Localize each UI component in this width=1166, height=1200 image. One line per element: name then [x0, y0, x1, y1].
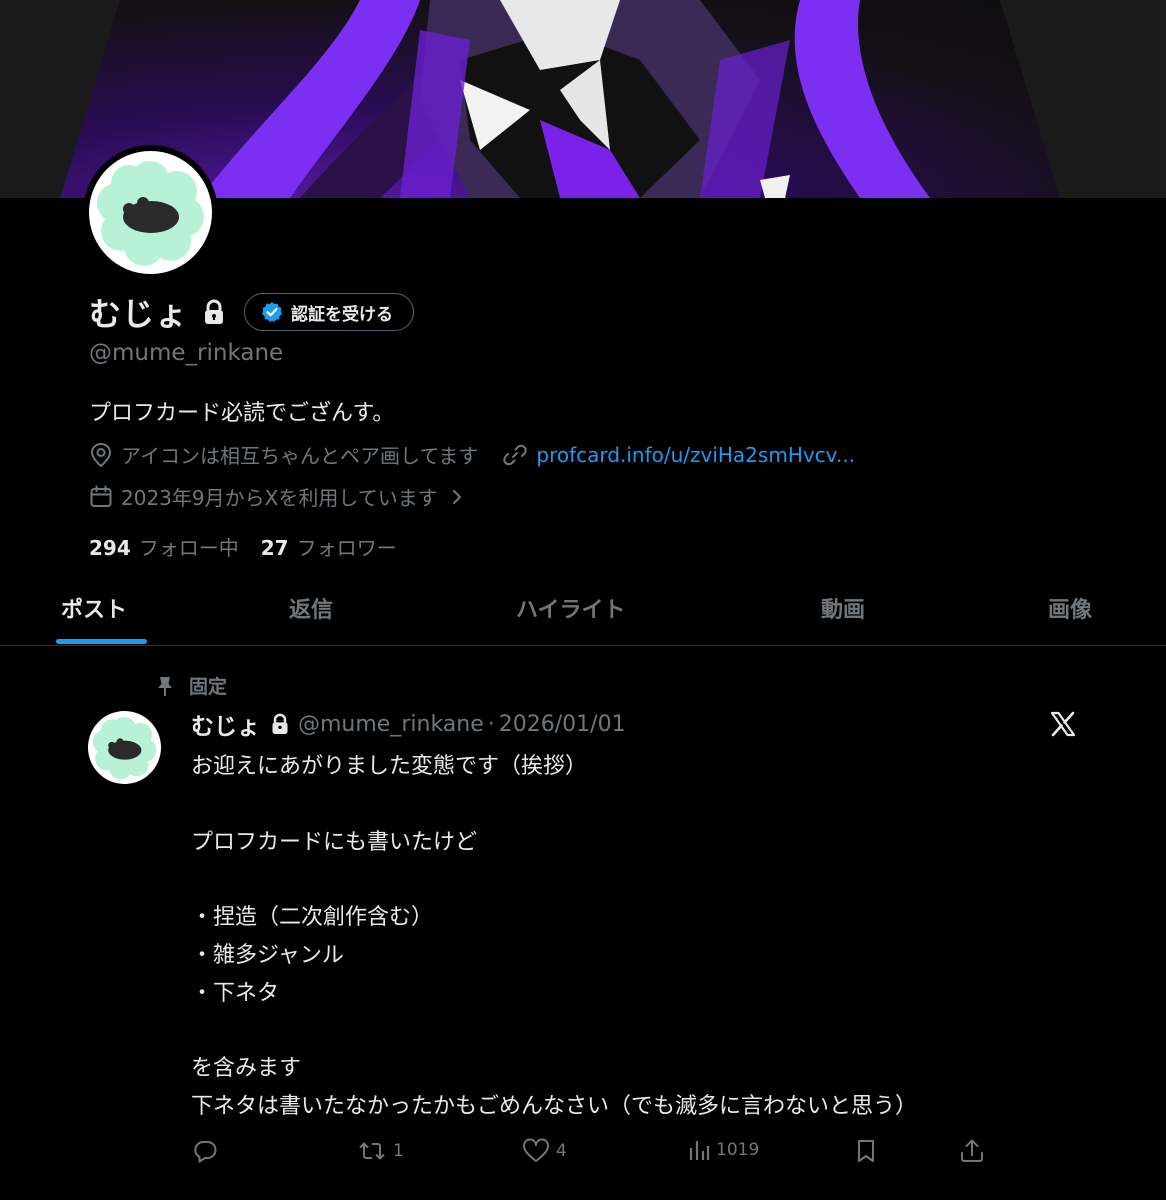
post-author-avatar[interactable] [88, 711, 161, 784]
post-line: 下ネタは書いたなかったかもごめんなさい（でも滅多に言わないと思う） [191, 1094, 918, 1120]
chevron-right-icon [452, 489, 461, 504]
verified-badge-icon [262, 302, 283, 322]
post-line: ​ [191, 786, 917, 824]
bookmark-icon [858, 1140, 874, 1162]
views-button[interactable]: 1019 [688, 1138, 759, 1162]
post-line: ​ [191, 1013, 917, 1051]
pin-icon [158, 676, 172, 696]
post-actions: 1 4 1019 [0, 1138, 1166, 1168]
profile-name-row: むじょ 認証を受ける [89, 292, 415, 333]
profile-handle: @mume_rinkane [89, 340, 284, 366]
x-logo-icon[interactable] [1049, 710, 1077, 738]
joined-date: 2023年9月からXを利用しています [121, 486, 438, 510]
avatar-image [97, 161, 204, 266]
tab-posts[interactable]: ポスト [61, 592, 127, 624]
retweet-icon [359, 1142, 385, 1160]
pinned-label: 固定 [189, 676, 228, 698]
post-line: プロフカードにも書いたけど [191, 829, 478, 855]
view-count: 1019 [716, 1140, 760, 1160]
follow-stats: 294 フォロー中 27 フォロワー [89, 532, 419, 561]
profile-website-link[interactable]: profcard.info/u/zviHa2smHvcv... [536, 443, 855, 467]
separator-dot: · [487, 711, 495, 737]
like-count: 4 [556, 1141, 567, 1161]
active-tab-indicator [56, 639, 147, 644]
following-count[interactable]: 294 [89, 536, 131, 560]
post-author-name[interactable]: むじょ [191, 707, 260, 741]
lock-icon [205, 299, 224, 324]
post-line: お迎えにあがりました変態です（挨拶） [191, 754, 588, 779]
reply-icon [194, 1141, 217, 1163]
calendar-icon [90, 485, 112, 507]
share-icon [961, 1139, 983, 1162]
post-line: ​ [191, 861, 917, 899]
following-label[interactable]: フォロー中 [139, 532, 239, 561]
post-line: ・捏造（二次創作含む） [191, 905, 434, 931]
get-verified-button[interactable]: 認証を受ける [244, 293, 415, 331]
post-text: お迎えにあがりました変態です（挨拶） ​ プロフカードにも書いたけど ​ ・捏造（二次創… [191, 748, 917, 1126]
followers-label[interactable]: フォロワー [297, 532, 397, 561]
tab-images[interactable]: 画像 [1048, 592, 1092, 624]
analytics-icon [689, 1141, 710, 1160]
retweet-button[interactable]: 1 [357, 1138, 404, 1164]
post-line: ・下ネタ [191, 980, 280, 1006]
tab-replies[interactable]: 返信 [289, 592, 333, 624]
tab-videos[interactable]: 動画 [821, 592, 865, 624]
post-header: むじょ @mume_rinkane · 2026/01/01 [191, 706, 626, 742]
retweet-count: 1 [393, 1141, 404, 1161]
post-date[interactable]: 2026/01/01 [499, 712, 626, 737]
followers-count[interactable]: 27 [261, 536, 289, 560]
pinned-indicator: 固定 [155, 672, 227, 699]
display-name: むじょ [89, 295, 189, 333]
share-button[interactable] [959, 1138, 991, 1164]
tab-highlights[interactable]: ハイライト [516, 592, 626, 624]
get-verified-label: 認証を受ける [291, 304, 394, 325]
joined-row[interactable]: 2023年9月からXを利用しています [89, 482, 476, 511]
profile-meta-row: アイコンは相互ちゃんとペア画してます profcard.info/u/zviHa… [89, 440, 855, 469]
link-icon [503, 444, 528, 465]
profile-tabs: ポスト 返信 ハイライト 動画 画像 [0, 580, 1166, 646]
heart-icon [523, 1138, 549, 1162]
bookmark-button[interactable] [855, 1138, 883, 1164]
avatar-image [92, 716, 157, 780]
location-pin-icon [90, 442, 112, 467]
post-line: ・雑多ジャンル [191, 942, 344, 968]
post-author-handle[interactable]: @mume_rinkane [298, 712, 484, 737]
profile-avatar[interactable] [83, 145, 218, 280]
profile-bio: プロフカード必読でござんす。 [89, 401, 395, 426]
reply-button[interactable] [192, 1138, 224, 1164]
post-line: を含みます [191, 1056, 302, 1082]
like-button[interactable]: 4 [522, 1138, 567, 1164]
lock-icon [272, 713, 288, 734]
profile-location: アイコンは相互ちゃんとペア画してます [121, 444, 479, 468]
